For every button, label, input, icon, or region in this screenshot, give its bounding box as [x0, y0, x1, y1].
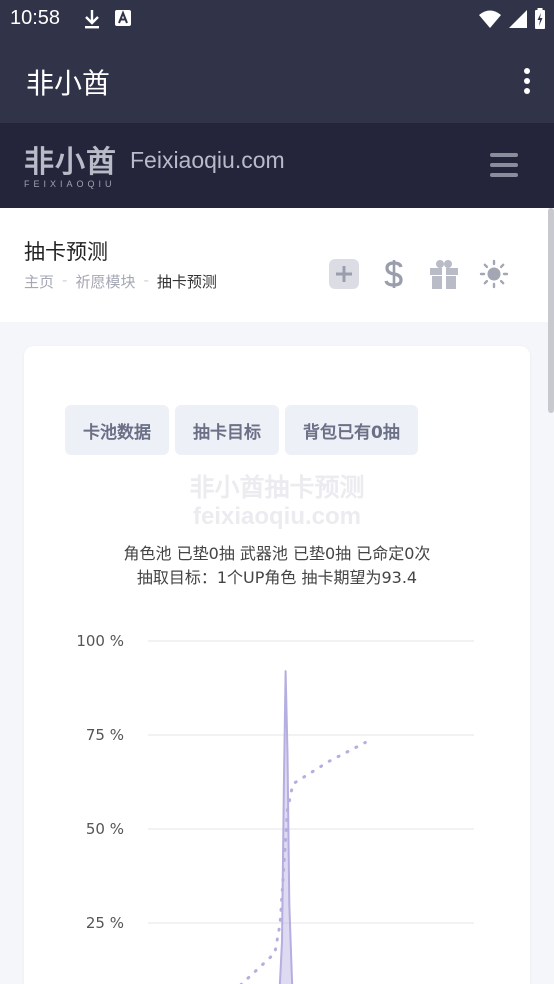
pool-summary: 角色池 已垫0抽 武器池 已垫0抽 已命定0次 — [123, 544, 431, 563]
tab-draw-target[interactable]: 抽卡目标 — [175, 405, 279, 455]
battery-icon — [535, 8, 545, 29]
density-area-series — [278, 670, 294, 984]
target-summary: 抽取目标：1个UP角色 抽卡期望为93.4 — [136, 568, 418, 587]
app-bar: 非小酋 — [0, 38, 554, 123]
probability-chart: 100 % 75 % 50 % 25 % — [76, 632, 474, 984]
site-logo[interactable]: 非小酋 — [24, 137, 117, 181]
y-tick-label: 100 % — [76, 632, 124, 650]
chart-watermark-title: 非小酋抽卡预测 — [189, 473, 365, 502]
add-button[interactable] — [328, 258, 360, 290]
breadcrumb-separator: - — [62, 271, 68, 289]
app-title: 非小酋 — [26, 67, 111, 100]
signal-icon — [509, 10, 527, 28]
breadcrumb-separator: - — [143, 271, 149, 289]
breadcrumb-wish-module[interactable]: 祈愿模块 — [75, 271, 135, 292]
chart-watermark-domain: feixiaoqiu.com — [192, 503, 362, 530]
breadcrumb: 主页 - 祈愿模块 - 抽卡预测 — [24, 271, 217, 292]
site-domain: Feixiaoqiu.com — [130, 147, 285, 173]
site-header: 非小酋 FEIXIAOQIU Feixiaoqiu.com — [0, 123, 554, 208]
page-scrollbar[interactable] — [548, 208, 554, 413]
gift-icon — [430, 260, 458, 289]
wifi-icon — [479, 10, 501, 28]
prediction-card: 卡池数据 抽卡目标 背包已有0抽 非小酋抽卡预测 feixiaoqiu.com … — [24, 346, 530, 984]
tab-bar: 卡池数据 抽卡目标 背包已有0抽 — [65, 405, 418, 455]
app-notification-icon — [115, 10, 131, 26]
overflow-menu-icon[interactable] — [522, 68, 532, 94]
plus-icon — [329, 259, 359, 289]
gift-button[interactable] — [428, 258, 460, 290]
sun-icon — [479, 259, 509, 289]
y-tick-label: 50 % — [86, 820, 124, 838]
status-time: 10:58 — [10, 7, 61, 29]
theme-toggle-button[interactable] — [478, 258, 510, 290]
y-tick-label: 75 % — [86, 726, 124, 744]
page-header: 抽卡预测 主页 - 祈愿模块 - 抽卡预测 — [0, 208, 548, 322]
donate-button[interactable] — [378, 258, 410, 290]
y-tick-label: 25 % — [86, 914, 124, 932]
download-icon — [85, 10, 99, 29]
dollar-icon — [384, 260, 403, 288]
hamburger-menu-icon[interactable] — [490, 153, 518, 177]
tab-backpack[interactable]: 背包已有0抽 — [285, 405, 418, 455]
breadcrumb-home[interactable]: 主页 — [24, 271, 54, 292]
breadcrumb-current: 抽卡预测 — [156, 273, 217, 291]
tab-pool-data[interactable]: 卡池数据 — [65, 405, 169, 455]
status-bar: 10:58 — [0, 0, 554, 38]
site-logo-subtitle: FEIXIAOQIU — [24, 179, 116, 189]
page-title: 抽卡预测 — [24, 240, 108, 264]
